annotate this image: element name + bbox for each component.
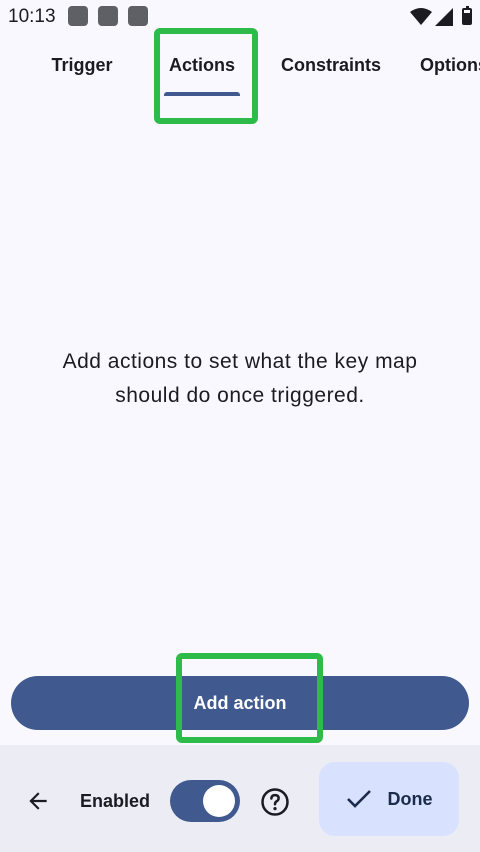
done-label: Done bbox=[387, 788, 433, 809]
signal-icon bbox=[435, 8, 453, 26]
back-button[interactable] bbox=[18, 781, 58, 821]
tab-constraints[interactable]: Constraints bbox=[268, 32, 394, 98]
notification-icon bbox=[98, 6, 118, 26]
status-time: 10:13 bbox=[8, 6, 56, 27]
highlight-box-add-action bbox=[176, 653, 323, 743]
highlight-box-actions-tab bbox=[154, 28, 258, 124]
notification-icon bbox=[68, 6, 88, 26]
check-icon bbox=[346, 790, 371, 808]
notification-icon bbox=[128, 6, 148, 26]
done-button[interactable]: Done bbox=[319, 762, 459, 836]
bottom-bar: Enabled Done bbox=[0, 745, 480, 852]
tab-trigger[interactable]: Trigger bbox=[34, 32, 130, 98]
wifi-icon bbox=[410, 8, 432, 25]
tab-options[interactable]: Options bbox=[420, 32, 480, 98]
arrow-back-icon bbox=[29, 792, 47, 810]
battery-icon bbox=[462, 6, 472, 25]
enabled-toggle[interactable] bbox=[170, 780, 240, 822]
enabled-label: Enabled bbox=[80, 791, 151, 811]
help-icon[interactable] bbox=[260, 787, 290, 817]
empty-actions-message: Add actions to set what the key map shou… bbox=[62, 350, 418, 407]
toggle-knob bbox=[203, 785, 235, 817]
